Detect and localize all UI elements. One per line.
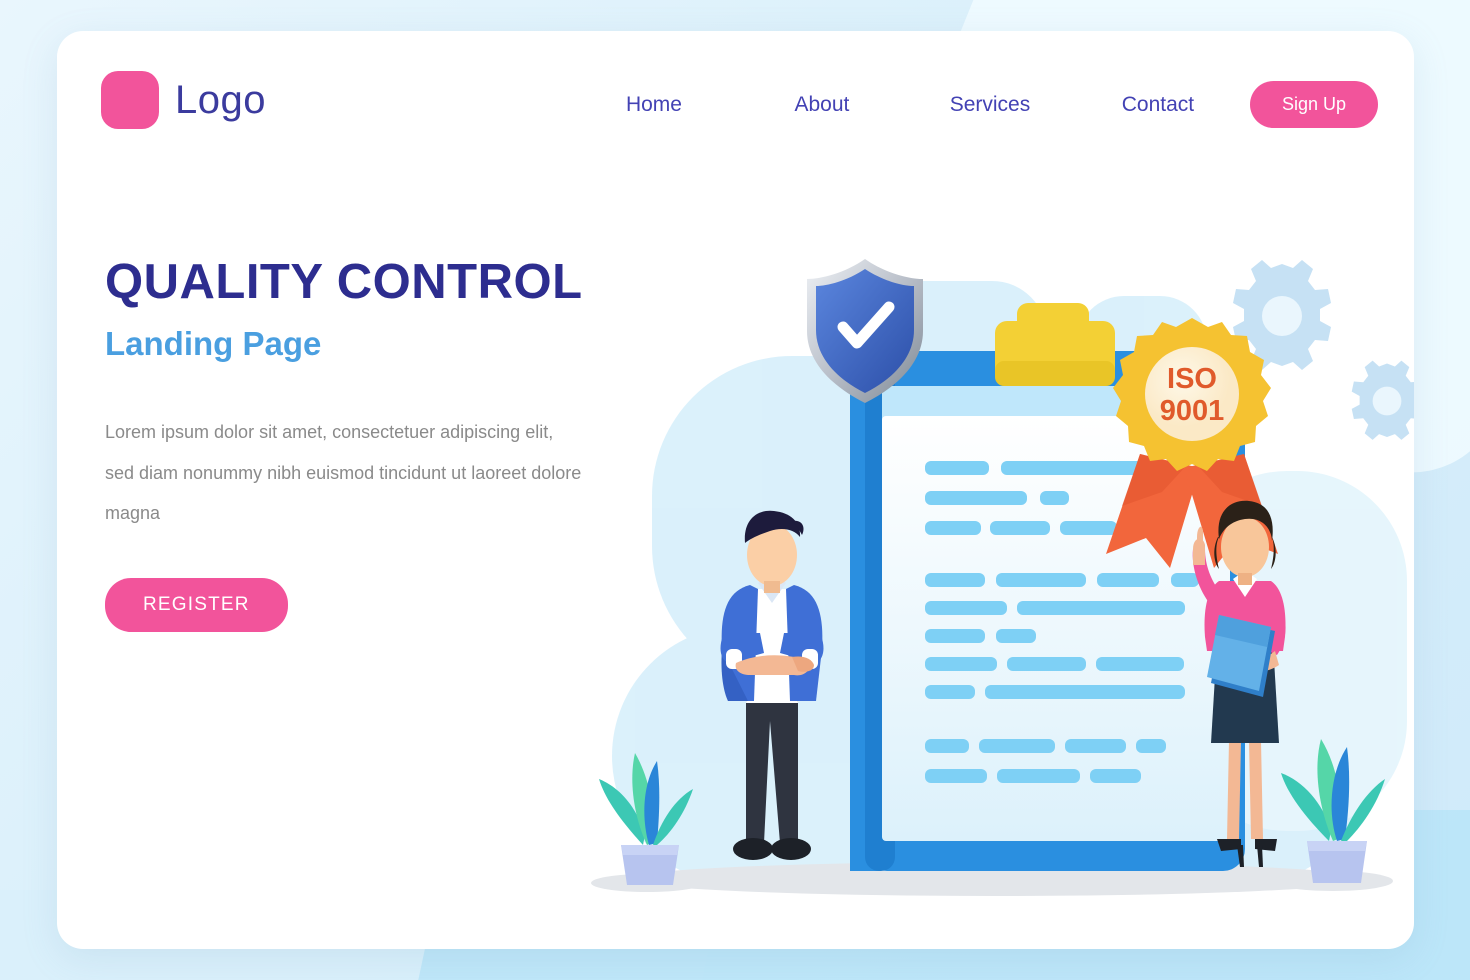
iso-badge-line1: ISO [1167, 363, 1217, 395]
page-subtitle: Landing Page [105, 324, 322, 362]
register-button[interactable]: REGISTER [105, 577, 288, 632]
nav-link-about[interactable]: About [738, 93, 906, 117]
page-root: Logo Home About Services Contact Sign Up… [0, 0, 1470, 980]
hero-illustration: ISO 9001 [577, 221, 1414, 921]
nav-link-services[interactable]: Services [906, 93, 1074, 117]
sign-up-button[interactable]: Sign Up [1249, 81, 1378, 128]
nav-link-contact[interactable]: Contact [1074, 93, 1242, 117]
hero-copy: QUALITY CONTROL Landing Page Lorem ipsum… [105, 255, 625, 632]
iso-badge-line2: 9001 [1160, 395, 1225, 427]
logo-icon [101, 71, 159, 129]
gear-icon-small [1351, 360, 1414, 440]
landing-card: Logo Home About Services Contact Sign Up… [57, 31, 1414, 949]
nav-link-home[interactable]: Home [570, 93, 738, 117]
hero-paragraph: Lorem ipsum dolor sit amet, consectetuer… [105, 422, 582, 524]
page-title: QUALITY CONTROL [105, 255, 583, 309]
main-navigation: Home About Services Contact Sign Up [570, 81, 1378, 128]
brand-name: Logo [175, 77, 266, 122]
site-header: Logo Home About Services Contact Sign Up [57, 31, 1414, 176]
brand[interactable]: Logo [101, 71, 266, 129]
